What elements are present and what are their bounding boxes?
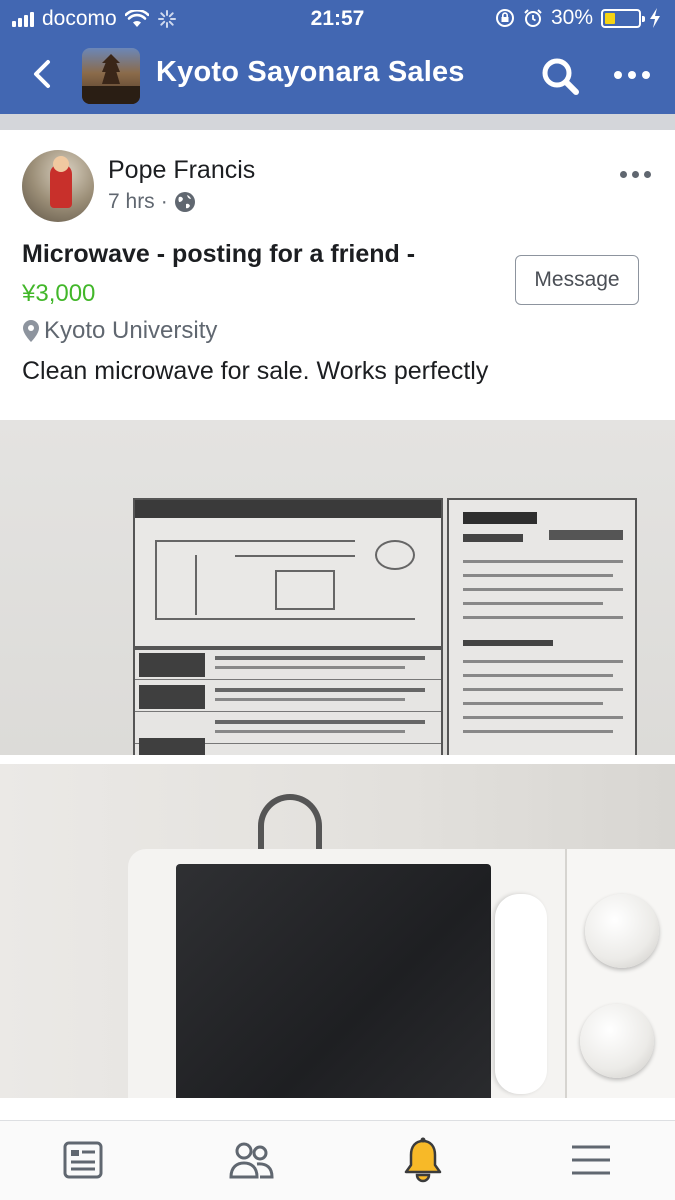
separator-strip: [0, 114, 675, 130]
listing-photo-label[interactable]: [0, 420, 675, 755]
meta-separator: ·: [160, 190, 168, 213]
author-avatar[interactable]: [22, 150, 94, 222]
author-name[interactable]: Pope Francis: [108, 156, 255, 185]
listing-price: ¥3,000: [22, 280, 96, 307]
bell-icon: [404, 1137, 442, 1183]
app-header: docomo 21:57 30% Kyoto Sayonara Sales: [0, 0, 675, 114]
chevron-left-icon: [34, 60, 50, 88]
tab-menu[interactable]: [566, 1135, 616, 1185]
tab-groups[interactable]: [226, 1135, 276, 1185]
hamburger-menu-icon: [572, 1145, 610, 1175]
message-button[interactable]: Message: [515, 255, 639, 305]
search-button[interactable]: [538, 54, 582, 98]
listing-location: Kyoto University: [22, 317, 217, 345]
more-options-button[interactable]: [610, 60, 654, 90]
nav-bar: Kyoto Sayonara Sales: [0, 38, 675, 114]
back-button[interactable]: [20, 52, 64, 96]
tab-news-feed[interactable]: [58, 1135, 108, 1185]
post-options-button[interactable]: [620, 168, 660, 180]
people-icon: [229, 1142, 274, 1179]
alarm-icon: [524, 9, 542, 27]
listing-title: Microwave - posting for a friend -: [22, 240, 416, 268]
orientation-lock-icon: [495, 9, 514, 27]
marketplace-post: Pope Francis 7 hrs · Microwave - posting…: [0, 130, 675, 1120]
location-pin-icon: [23, 320, 39, 342]
listing-photo-microwave[interactable]: [0, 764, 675, 1098]
tab-notifications[interactable]: [398, 1135, 448, 1185]
status-bar: docomo 21:57 30%: [0, 0, 675, 38]
group-avatar[interactable]: [82, 48, 140, 104]
location-label: Kyoto University: [44, 317, 218, 344]
post-time[interactable]: 7 hrs: [108, 190, 155, 214]
post-meta: 7 hrs ·: [108, 190, 196, 214]
charging-icon: [650, 8, 660, 28]
search-icon: [542, 58, 579, 95]
globe-icon: [174, 192, 195, 212]
listing-description: Clean microwave for sale. Works perfectl…: [22, 357, 489, 385]
group-title[interactable]: Kyoto Sayonara Sales: [156, 56, 465, 89]
bottom-tab-bar: [0, 1120, 675, 1200]
battery-level: [605, 12, 615, 24]
more-horizontal-icon: [620, 170, 627, 178]
more-horizontal-icon: [614, 71, 622, 79]
battery-percent: 30%: [550, 6, 593, 29]
battery-icon: [601, 8, 645, 28]
news-feed-icon: [63, 1141, 103, 1179]
